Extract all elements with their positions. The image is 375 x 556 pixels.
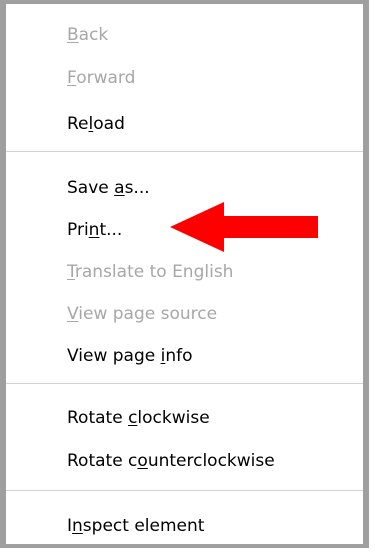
menu-item-forward[interactable]: Forward <box>67 68 135 88</box>
menu-item-view-info-label-suffix: nfo <box>165 346 193 366</box>
red-arrow-shape <box>170 202 318 252</box>
menu-item-rotate-counterclockwise-mnemonic: o <box>137 451 148 471</box>
menu-item-rotate-counterclockwise[interactable]: Rotate counterclockwise <box>67 451 275 471</box>
menu-item-inspect-element[interactable]: Inspect element <box>67 516 204 536</box>
menu-item-view-info[interactable]: View page info <box>67 346 193 366</box>
menu-item-rotate-counterclockwise-label-prefix: Rotate c <box>67 451 138 471</box>
menu-item-forward-label-suffix: orward <box>76 68 136 88</box>
context-menu: Back Forward Reload Save as... Print... … <box>0 0 369 548</box>
menu-item-save-as-label-suffix: s... <box>124 178 150 198</box>
menu-item-rotate-counterclockwise-label-suffix: unterclockwise <box>147 451 275 471</box>
menu-item-print[interactable]: Print... <box>67 220 122 240</box>
menu-item-view-source-mnemonic: V <box>67 304 79 324</box>
menu-item-print-mnemonic: n <box>88 220 100 240</box>
menu-item-forward-mnemonic: F <box>67 68 77 88</box>
menu-item-save-as-label-prefix: Save <box>67 178 115 198</box>
red-arrow-icon <box>170 202 318 252</box>
menu-item-print-label-prefix: Pri <box>67 220 89 240</box>
menu-item-inspect-element-mnemonic: n <box>72 516 83 536</box>
menu-item-view-info-label-prefix: View page <box>67 346 161 366</box>
menu-item-reload-label-suffix: oad <box>93 114 125 134</box>
menu-divider <box>6 151 363 152</box>
menu-item-rotate-clockwise-label-suffix: lockwise <box>137 408 210 428</box>
menu-item-inspect-element-label-suffix: spect element <box>82 516 205 536</box>
menu-divider <box>6 383 363 384</box>
menu-item-back-label-suffix: ack <box>78 25 109 45</box>
menu-item-translate-label-suffix: ranslate to English <box>74 262 234 282</box>
menu-item-translate-mnemonic: T <box>67 262 75 282</box>
menu-item-reload[interactable]: Reload <box>67 114 125 134</box>
menu-item-print-label-suffix: t... <box>99 220 123 240</box>
menu-item-translate[interactable]: Translate to English <box>67 262 233 282</box>
menu-item-back-mnemonic: B <box>67 25 79 45</box>
menu-item-rotate-clockwise[interactable]: Rotate clockwise <box>67 408 210 428</box>
menu-divider <box>6 490 363 491</box>
menu-item-view-source-label-suffix: iew page source <box>78 304 218 324</box>
menu-item-reload-label-prefix: Re <box>67 114 89 134</box>
menu-item-back[interactable]: Back <box>67 25 108 45</box>
menu-item-save-as[interactable]: Save as... <box>67 178 150 198</box>
menu-item-save-as-mnemonic: a <box>114 178 125 198</box>
menu-item-rotate-clockwise-label-prefix: Rotate <box>67 408 129 428</box>
menu-item-view-source[interactable]: View page source <box>67 304 217 324</box>
